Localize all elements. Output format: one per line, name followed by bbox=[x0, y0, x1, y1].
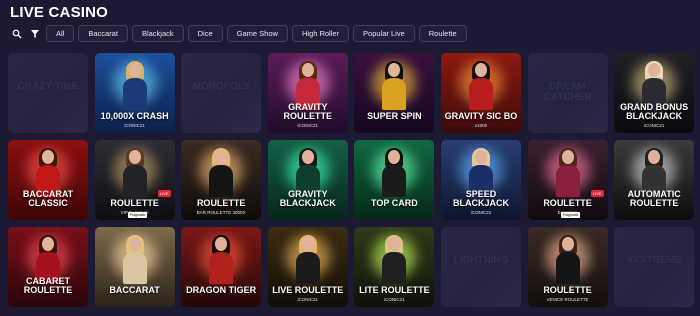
game-tile-placeholder-label: MONOPOLY bbox=[192, 81, 250, 92]
game-grid: CRAZY TIME 10,000X CRASH iCONIC21 MONOPOLY G… bbox=[8, 53, 695, 307]
game-tile[interactable]: 10,000X CRASH iCONIC21 bbox=[94, 53, 175, 133]
game-title: BACCARAT CLASSIC bbox=[22, 189, 74, 208]
filter-chip-roulette[interactable]: Roulette bbox=[418, 25, 467, 42]
game-title: GRAVITY ROULETTE bbox=[283, 102, 333, 121]
game-title: AUTOMATIC ROULETTE bbox=[627, 189, 681, 208]
game-tile[interactable]: BACCARAT bbox=[94, 227, 175, 307]
game-tile[interactable]: BACCARAT CLASSIC bbox=[8, 140, 88, 220]
game-subtitle: iCONIC21 bbox=[297, 297, 319, 302]
game-tile[interactable]: GRAVITY BLACKJACK bbox=[267, 140, 348, 220]
game-tile[interactable]: AUTOMATIC ROULETTE bbox=[614, 140, 695, 220]
dealer-image bbox=[207, 235, 235, 284]
search-icon[interactable] bbox=[10, 27, 24, 41]
page-title: LIVE CASINO bbox=[10, 4, 109, 21]
filter-chip-game-show[interactable]: Game Show bbox=[226, 25, 288, 42]
dealer-image bbox=[294, 235, 322, 284]
game-title: BACCARAT bbox=[109, 285, 160, 295]
dealer-image bbox=[121, 148, 149, 197]
game-tile[interactable]: RouletteVIP EuropeanLIVEPragmatic bbox=[94, 140, 175, 220]
game-title: SUPER SPIN bbox=[367, 111, 422, 121]
game-title: TOP CARD bbox=[371, 198, 418, 208]
game-tile[interactable]: Lite ROULETTE iCONIC21 bbox=[354, 227, 435, 307]
dealer-image bbox=[380, 235, 408, 284]
filter-chip-baccarat[interactable]: Baccarat bbox=[78, 25, 128, 42]
game-tile[interactable]: SPEED BLACKJACK iCONIC21 bbox=[440, 140, 521, 220]
game-tile-placeholder-label: CRAZY TIME bbox=[17, 81, 79, 92]
provider-tag: Pragmatic bbox=[127, 212, 148, 218]
game-tile[interactable]: LIGHTNING bbox=[440, 227, 521, 307]
filter-chip-blackjack[interactable]: Blackjack bbox=[131, 25, 184, 42]
game-title: ROULETTE bbox=[196, 198, 246, 208]
game-tile[interactable]: SUPER SPIN bbox=[354, 53, 435, 133]
dealer-image bbox=[121, 61, 149, 110]
game-title: 10,000X CRASH bbox=[100, 111, 169, 121]
game-title: ROULETTE bbox=[543, 285, 592, 295]
game-subtitle: iCONIC21 bbox=[470, 210, 492, 215]
game-title: GRAVITY SIC BO bbox=[444, 111, 518, 121]
game-title: Lite ROULETTE bbox=[359, 285, 430, 295]
game-title: Roulette bbox=[110, 198, 159, 208]
game-subtitle: BAR ROULETTE 3000X bbox=[196, 210, 246, 215]
game-tile[interactable]: CRAZY TIME bbox=[8, 53, 88, 133]
game-subtitle: VENICE ROULETTE bbox=[546, 297, 589, 302]
game-tile[interactable]: RouletteEuropeanLIVEPragmatic bbox=[527, 140, 608, 220]
dealer-image bbox=[121, 235, 149, 284]
game-title: LIVE ROULETTE bbox=[272, 285, 344, 295]
game-title: GRAND BONUS BLACKJACK bbox=[620, 102, 689, 121]
live-badge: LIVE bbox=[590, 190, 604, 197]
dealer-image bbox=[467, 61, 495, 110]
game-tile-placeholder-label: LIGHTNING bbox=[453, 255, 509, 266]
filter-chip-high-roller[interactable]: High Roller bbox=[291, 25, 350, 42]
game-subtitle: iCONIC21 bbox=[297, 123, 319, 128]
game-tile[interactable]: XXXTREME bbox=[614, 227, 695, 307]
dealer-image bbox=[554, 235, 582, 284]
game-title: CABARET ROULETTE bbox=[23, 276, 73, 295]
live-badge: LIVE bbox=[157, 190, 171, 197]
game-title: Roulette bbox=[543, 198, 592, 208]
game-tile[interactable]: GRAND BONUS BLACKJACK iCONIC21 bbox=[614, 53, 695, 133]
game-tile[interactable]: CABARET ROULETTE bbox=[8, 227, 88, 307]
game-title: GRAVITY BLACKJACK bbox=[279, 189, 336, 208]
game-tile-placeholder-label: DREAM CATCHER bbox=[543, 81, 592, 103]
game-tile[interactable]: GRAVITY SIC BO x1000 bbox=[440, 53, 521, 133]
filter-chip-dice[interactable]: Dice bbox=[187, 25, 223, 42]
filter-icon[interactable] bbox=[28, 27, 42, 41]
game-tile[interactable]: MONOPOLY bbox=[181, 53, 262, 133]
game-tile[interactable]: ROULETTE BAR ROULETTE 3000X bbox=[181, 140, 262, 220]
provider-tag: Pragmatic bbox=[560, 212, 581, 218]
game-tile[interactable]: DRAGON TIGER bbox=[181, 227, 262, 307]
filter-chip-all[interactable]: All bbox=[46, 25, 75, 42]
game-subtitle: iCONIC21 bbox=[384, 297, 405, 302]
filter-chip-popular-live[interactable]: Popular Live bbox=[353, 25, 415, 42]
game-title: SPEED BLACKJACK bbox=[452, 189, 509, 208]
game-tile[interactable]: TOP CARD bbox=[354, 140, 435, 220]
game-subtitle: iCONIC21 bbox=[124, 123, 145, 128]
dealer-image bbox=[380, 61, 408, 110]
dealer-image bbox=[380, 148, 408, 197]
game-tile[interactable]: GRAVITY ROULETTE iCONIC21 bbox=[267, 53, 348, 133]
game-tile[interactable]: LIVE ROULETTE iCONIC21 bbox=[267, 227, 348, 307]
filter-bar: All Baccarat Blackjack Dice Game Show Hi… bbox=[10, 25, 467, 42]
game-tile[interactable]: DREAM CATCHER bbox=[527, 53, 608, 133]
game-title: DRAGON TIGER bbox=[186, 285, 257, 295]
dealer-image bbox=[207, 148, 235, 197]
dealer-image bbox=[554, 148, 582, 197]
game-tile-placeholder-label: XXXTREME bbox=[626, 255, 682, 266]
game-subtitle: x1000 bbox=[474, 123, 488, 128]
game-subtitle: iCONIC21 bbox=[643, 123, 665, 128]
game-tile[interactable]: ROULETTE VENICE ROULETTE bbox=[527, 227, 608, 307]
